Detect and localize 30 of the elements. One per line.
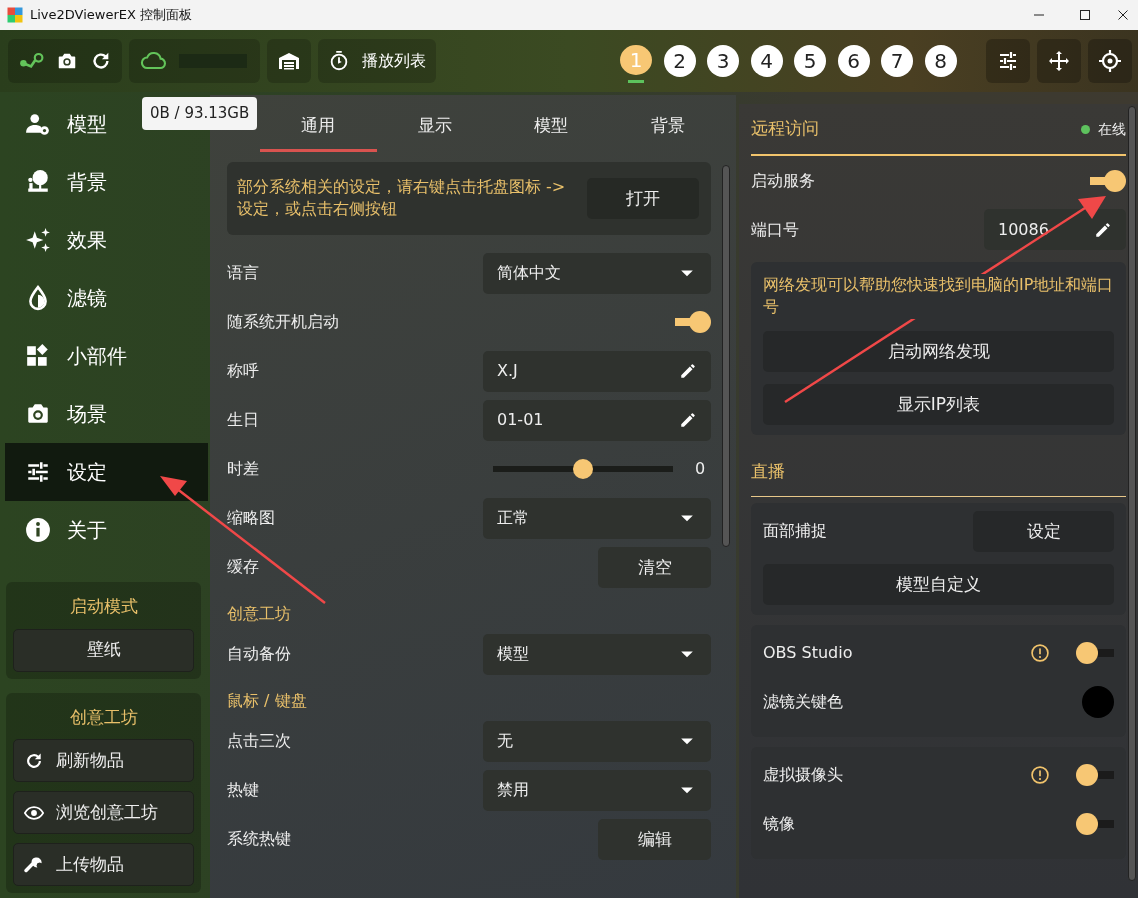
- discovery-text: 网络发现可以帮助您快速找到电脑的IP地址和端口号: [763, 274, 1114, 319]
- setting-label: 时差: [227, 458, 259, 481]
- setting-label: 点击三次: [227, 730, 291, 753]
- setting-label: 滤镜关键色: [763, 691, 843, 714]
- slider-value: 0: [693, 458, 707, 481]
- setting-label: 缩略图: [227, 507, 275, 530]
- setting-label: 自动备份: [227, 643, 291, 666]
- setting-label: 启动服务: [751, 169, 815, 192]
- section-title: 远程访问: [751, 117, 819, 141]
- section-title: 直播: [751, 459, 785, 483]
- section-heading: 创意工坊: [227, 602, 291, 625]
- setting-label: 虚拟摄像头: [763, 764, 843, 787]
- setting-label: 镜像: [763, 813, 795, 836]
- setting-label: 生日: [227, 409, 259, 432]
- section-title: 创意工坊: [68, 705, 139, 729]
- setting-label: 随系统开机启动: [227, 311, 339, 334]
- window-title: Live2DViewerEX 控制面板: [30, 6, 194, 25]
- setting-label: OBS Studio: [763, 642, 853, 665]
- section-heading: 鼠标 / 键盘: [227, 689, 307, 712]
- setting-label: 面部捕捉: [763, 520, 827, 543]
- status-label: 在线: [1098, 119, 1126, 139]
- setting-label: 语言: [227, 262, 259, 285]
- section-title: 启动模式: [68, 595, 139, 618]
- storage-tooltip: 0B / 93.13GB: [142, 97, 258, 130]
- setting-label: 系统热键: [227, 828, 291, 851]
- setting-label: 缓存: [227, 556, 259, 579]
- notice-text: 部分系统相关的设定，请右键点击托盘图标 -> 设定，或点击右侧按钮: [237, 176, 567, 221]
- setting-label: 热键: [227, 779, 259, 802]
- setting-label: 称呼: [227, 360, 259, 383]
- setting-label: 端口号: [751, 218, 799, 241]
